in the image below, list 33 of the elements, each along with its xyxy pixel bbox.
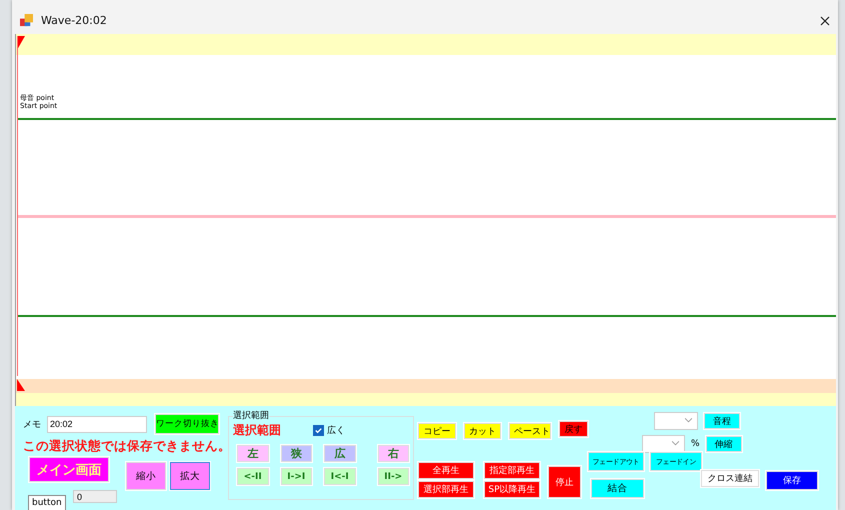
window-title: Wave-20:02 — [41, 14, 108, 28]
crop-button[interactable]: ワーク切り抜き — [155, 414, 219, 434]
stop-button[interactable]: 停止 — [548, 466, 581, 498]
memo-label: メモ — [23, 418, 42, 430]
cross-join-button[interactable]: クロス連結 — [701, 470, 759, 487]
offset-field[interactable]: 0 — [73, 490, 117, 503]
step-button[interactable]: II-> — [378, 468, 409, 485]
step-button[interactable]: I<-I — [324, 468, 356, 485]
group-title: 選択範囲 — [233, 409, 269, 422]
zoom-button[interactable]: 縮小 — [126, 462, 166, 490]
percent-label: % — [691, 439, 700, 449]
edit-button[interactable]: 戻す — [559, 421, 588, 437]
play-button[interactable]: 指定部再生 — [484, 462, 540, 479]
warning-text: この選択状態では保存できません。 — [23, 438, 228, 455]
pitch-button[interactable]: 音程 — [704, 413, 740, 429]
join-button[interactable]: 結合 — [591, 479, 644, 498]
memo-field[interactable]: 20:02 — [47, 416, 147, 432]
range-button[interactable]: 左 — [237, 445, 268, 462]
play-button[interactable]: 全再生 — [418, 462, 474, 479]
edit-button[interactable]: コピー — [418, 423, 456, 439]
tooltip: button — [28, 495, 66, 510]
checkbox-label: 広く — [327, 424, 345, 437]
edit-button[interactable]: ペースト — [509, 423, 552, 439]
range-button[interactable]: 右 — [378, 445, 409, 462]
step-button[interactable]: <-II — [237, 468, 268, 485]
play-button[interactable]: SP以降再生 — [484, 481, 540, 498]
save-button[interactable]: 保存 — [766, 471, 818, 490]
step-button[interactable]: I->I — [280, 468, 312, 485]
selection-heading: 選択範囲 — [233, 422, 282, 439]
stretch-button[interactable]: 伸縮 — [706, 436, 742, 452]
play-button[interactable]: 選択部再生 — [418, 481, 474, 498]
zoom-button[interactable]: 拡大 — [170, 462, 210, 490]
edit-button[interactable]: カット — [464, 423, 502, 439]
